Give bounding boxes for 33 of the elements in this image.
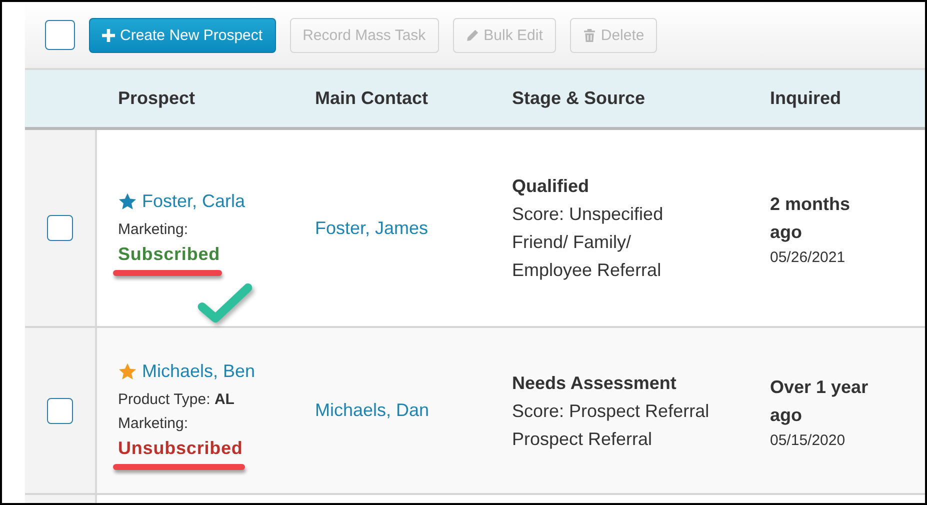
trash-icon xyxy=(582,28,596,42)
marketing-status: Unsubscribed xyxy=(118,437,243,460)
source-text: Prospect Referral xyxy=(512,428,654,451)
inquired-date: 05/15/2020 xyxy=(770,432,846,448)
toolbar-button[interactable]: Create New Prospect xyxy=(89,18,276,52)
column-header[interactable]: Stage & Source xyxy=(512,88,646,108)
select-all-checkbox[interactable] xyxy=(45,20,75,50)
row-checkbox[interactable] xyxy=(47,398,73,424)
main-contact-link[interactable]: Foster, James xyxy=(315,218,428,238)
column-header[interactable]: Main Contact xyxy=(315,88,428,108)
inquired-text: ago xyxy=(770,221,804,244)
source-text: Employee Referral xyxy=(512,259,662,282)
main-contact-link[interactable]: Michaels, Dan xyxy=(315,400,430,420)
plus-icon xyxy=(102,28,115,42)
product-type-text: Product Type: AL xyxy=(118,390,236,410)
marketing-label: Marketing: xyxy=(118,414,190,434)
stage-text: Needs Assessment xyxy=(512,372,678,394)
inquired-text: Over 1 year xyxy=(770,376,870,399)
stage-text: Qualified xyxy=(512,175,590,198)
source-text: Friend/ Family/ xyxy=(512,231,632,254)
row-checkbox[interactable] xyxy=(47,215,73,241)
column-header[interactable]: Inquired xyxy=(770,88,841,108)
inquired-date: 05/26/2021 xyxy=(770,249,846,266)
source-text: Score: Unspecified xyxy=(512,203,664,226)
marketing-label: Marketing: xyxy=(118,220,190,240)
prospect-link[interactable]: Michaels, Ben xyxy=(142,361,256,382)
pencil-icon xyxy=(466,28,479,42)
inquired-text: 2 months xyxy=(770,193,852,216)
inquired-text: ago xyxy=(770,404,804,427)
source-text: Score: Prospect Referral xyxy=(512,400,710,423)
marketing-status: Subscribed xyxy=(118,242,220,266)
column-header[interactable]: Prospect xyxy=(118,88,196,108)
prospect-link[interactable]: Foster, Carla xyxy=(142,190,246,212)
